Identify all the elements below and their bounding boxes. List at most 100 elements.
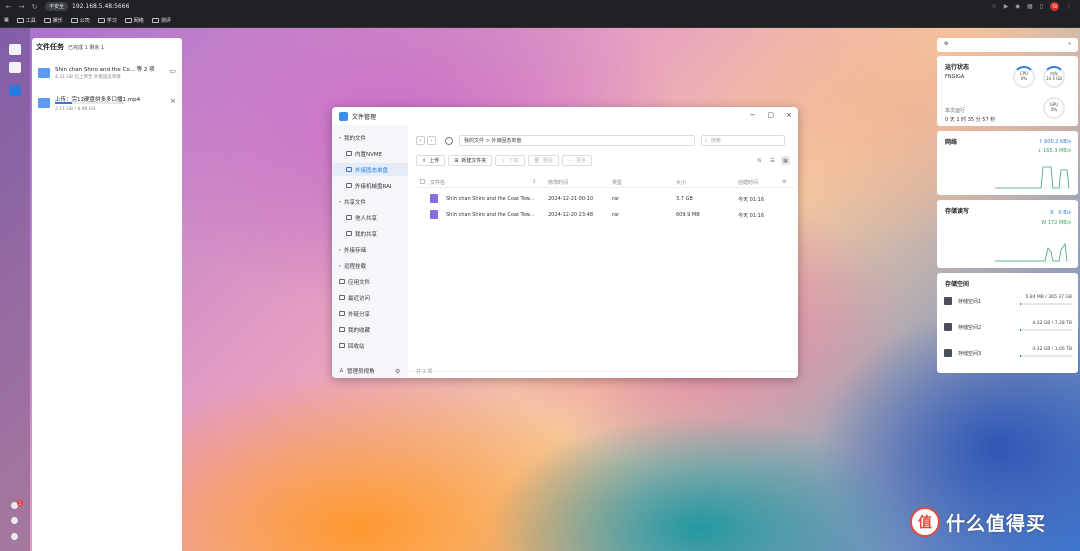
reload-icon[interactable]: ↻ xyxy=(30,3,39,11)
widget-settings-icon[interactable]: ⚙ xyxy=(944,41,948,47)
admin-view-toggle[interactable]: ♙ 管理员视角 ⚙ xyxy=(339,367,400,376)
user-icon[interactable] xyxy=(11,533,18,540)
delete-button[interactable]: 🗑 删除 xyxy=(527,155,560,166)
mobile-icon[interactable] xyxy=(11,517,18,524)
apps-grid-icon[interactable]: ▦ xyxy=(4,17,9,23)
forward-icon[interactable]: › xyxy=(427,136,436,145)
sidebar-item-recent[interactable]: 最近访问 xyxy=(332,291,408,304)
task-item[interactable]: 上传：完12硬盘拼多多口播1.mp4 2.11 GB / 8.96 GB × xyxy=(36,94,178,116)
forward-arrow-icon[interactable]: → xyxy=(17,3,26,11)
action-toolbar: ⇪ 上传 ⊞ 新建文件夹 ↓ 下载 🗑 删除 ⋯ 更多 xyxy=(416,155,593,166)
sidebar-item-app-files[interactable]: 应用文件 xyxy=(332,275,408,288)
storage-rw-widget[interactable]: 存储读写 R 0 B/s W 172 MB/s xyxy=(937,200,1078,268)
column-modified[interactable]: 修改时间 xyxy=(548,179,568,186)
puzzle-icon[interactable]: ▦ xyxy=(1027,3,1033,10)
sidebar-item-ext-raid[interactable]: 外接机械盘RAI xyxy=(332,179,408,192)
sidebar-item-trash[interactable]: 回收站 xyxy=(332,339,408,352)
file-size: 609.9 MB xyxy=(676,212,700,218)
table-row[interactable]: Shin chan Shiro and the Coat Tow... 2024… xyxy=(416,207,794,223)
sort-icon[interactable]: ⇅ xyxy=(755,156,764,165)
kebab-menu-icon[interactable]: ⋮ xyxy=(1066,3,1072,10)
gear-icon[interactable]: ⚙ xyxy=(395,368,400,375)
sidebar-item-label: 共享文件 xyxy=(344,199,367,206)
search-input[interactable]: ⌕ 搜索 xyxy=(701,135,785,146)
sidebar-item-ext-share[interactable]: 外链分享 xyxy=(332,307,408,320)
read-speed: R 0 B/s xyxy=(1050,210,1071,216)
widget-column: ⚙ « 运行状态 FNGIGA CPU 0% 内存 10.4 GB GPU 0%… xyxy=(937,38,1078,373)
back-arrow-icon[interactable]: ← xyxy=(4,3,13,11)
extension-icon-2[interactable]: ◆ xyxy=(1015,3,1020,10)
tasks-summary: 已完成 1 剩余 1 xyxy=(68,45,105,51)
network-widget[interactable]: 网络 ↑ 600.2 KB/s ↓ 165.3 MB/s xyxy=(937,131,1078,195)
file-list-area: ‹ › 我的文件 > 外接固态单盘 ⌕ 搜索 ⇪ 上传 ⊞ 新建文件夹 ↓ 下载 🗑 删除… xyxy=(408,125,798,378)
sidebar-item-nvme[interactable]: 内置NVME xyxy=(332,147,408,160)
sidebar-item-remote[interactable]: ▸ 远程挂载 xyxy=(332,259,408,272)
close-icon[interactable]: × xyxy=(170,97,176,105)
storage-series-line xyxy=(995,242,1068,262)
disk-row[interactable]: 存储空间1 5.84 MB / 365.37 GB xyxy=(944,295,1072,309)
star-icon[interactable]: ☆ xyxy=(991,3,996,10)
sidebar-item-shared[interactable]: ▾ 共享文件 xyxy=(332,195,408,208)
refresh-icon[interactable] xyxy=(445,136,453,145)
bookmark-folder[interactable]: 测评 xyxy=(151,17,171,24)
bookmark-folder[interactable]: 娱乐 xyxy=(43,17,63,24)
new-folder-button[interactable]: ⊞ 新建文件夹 xyxy=(448,155,493,166)
table-row[interactable]: Shin chan Shiro and the Coat Tow... 2024… xyxy=(416,191,794,207)
disk-row[interactable]: 存储空间2 4.32 GB / 7.28 TB xyxy=(944,321,1072,335)
close-icon[interactable]: × xyxy=(786,111,792,119)
disk-row[interactable]: 存储空间3 4.32 GB / 1.66 TB xyxy=(944,347,1072,361)
select-all-checkbox[interactable] xyxy=(420,179,425,184)
more-button[interactable]: ⋯ 更多 xyxy=(562,155,593,166)
monitor-icon[interactable] xyxy=(9,44,21,55)
disk-name: 存储空间1 xyxy=(958,299,982,305)
bookmark-folder[interactable]: 公司 xyxy=(70,17,90,24)
folder-icon xyxy=(97,17,105,23)
open-folder-icon[interactable]: ▭ xyxy=(169,67,176,75)
security-badge[interactable]: 不安全 xyxy=(45,2,69,11)
upload-button[interactable]: ⇪ 上传 xyxy=(416,155,446,166)
profile-avatar[interactable]: TB xyxy=(1050,2,1059,11)
task-item[interactable]: Shin chan Shiro and the Co... 等 2 项 4.31… xyxy=(36,64,178,86)
back-icon[interactable]: ‹ xyxy=(416,136,425,145)
list-view-icon[interactable]: ☰ xyxy=(768,156,777,165)
disk-usage: 5.84 MB / 365.37 GB xyxy=(1025,295,1072,300)
bookmark-folder[interactable]: 网络 xyxy=(124,17,144,24)
storage-space-widget[interactable]: 存储空间 存储空间1 5.84 MB / 365.37 GB 存储空间2 4.3… xyxy=(937,273,1078,373)
storage-rw-title: 存储读写 xyxy=(945,208,970,215)
sidebar-icon[interactable]: ▯ xyxy=(1040,3,1043,10)
tasks-title: 文件任务 xyxy=(36,43,64,51)
file-manager-window: 文件管理 − ▢ × ▾ 我的文件 内置NVME 外接固态单盘 外接机械盘RAI … xyxy=(332,107,798,378)
address-text[interactable]: 192.168.5.48:5666 xyxy=(72,3,129,10)
file-name: Shin chan Shiro and the Coat Tow... xyxy=(446,212,535,218)
column-name[interactable]: 文件名 xyxy=(430,179,445,186)
admin-view-label: 管理员视角 xyxy=(346,369,375,375)
maximize-icon[interactable]: ▢ xyxy=(768,111,775,119)
extension-icon[interactable]: ▶ xyxy=(1004,3,1009,10)
status-widget[interactable]: 运行状态 FNGIGA CPU 0% 内存 10.4 GB GPU 0% 本次运… xyxy=(937,56,1078,126)
download-button[interactable]: ↓ 下载 xyxy=(495,155,525,166)
bookmark-folder[interactable]: 工具 xyxy=(16,17,36,24)
address-bar[interactable]: 不安全 192.168.5.48:5666 xyxy=(45,2,129,11)
breadcrumb[interactable]: 我的文件 > 外接固态单盘 xyxy=(459,135,695,146)
column-settings-icon[interactable]: ⚙ xyxy=(782,179,786,185)
file-manager-icon xyxy=(339,111,348,121)
photos-app-icon[interactable] xyxy=(9,62,21,73)
share-icon xyxy=(346,231,352,236)
minimize-icon[interactable]: − xyxy=(750,111,756,119)
sort-icon[interactable]: ↕ xyxy=(532,179,536,185)
column-size[interactable]: 大小 xyxy=(676,179,686,186)
sidebar-item-my-files[interactable]: ▾ 我的文件 xyxy=(332,131,408,144)
bookmark-folder[interactable]: 学习 xyxy=(97,17,117,24)
file-manager-app-icon[interactable] xyxy=(9,85,21,96)
sidebar-item-favorites[interactable]: 我的收藏 xyxy=(332,323,408,336)
column-type[interactable]: 类型 xyxy=(612,179,622,186)
sidebar-item-ext-ssd[interactable]: 外接固态单盘 xyxy=(332,163,408,176)
status-title: 运行状态 xyxy=(945,64,970,71)
sidebar-item-my-share[interactable]: 我的共享 xyxy=(332,227,408,240)
sidebar-item-others-share[interactable]: 他人共享 xyxy=(332,211,408,224)
window-titlebar[interactable]: 文件管理 − ▢ × xyxy=(332,107,798,125)
grid-view-icon[interactable]: ▦ xyxy=(781,156,790,165)
sidebar-item-external[interactable]: ▸ 外接存储 xyxy=(332,243,408,256)
collapse-icon[interactable]: « xyxy=(1068,41,1071,47)
column-created[interactable]: 创建时间 xyxy=(738,179,758,186)
